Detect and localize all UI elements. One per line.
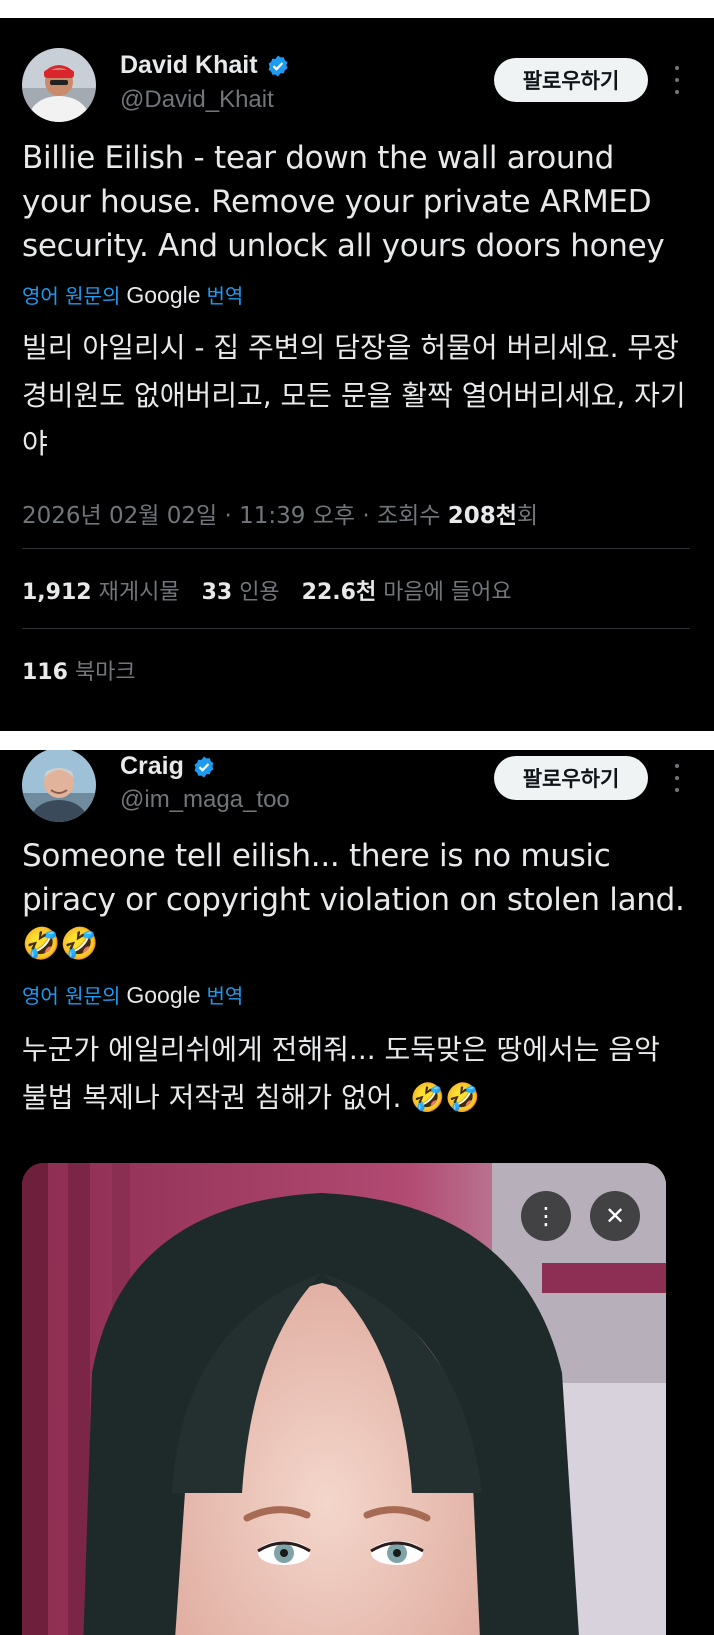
bookmark-count: 116 — [22, 660, 68, 685]
avatar[interactable] — [22, 750, 96, 822]
divider — [22, 628, 690, 629]
display-name[interactable]: David Khait — [120, 51, 258, 80]
more-options-icon[interactable] — [672, 66, 682, 94]
like-label: 마음에 들어요 — [383, 580, 512, 605]
close-icon[interactable]: ✕ — [590, 1191, 640, 1241]
bookmark-label: 북마크 — [74, 660, 136, 685]
tweet-media-image[interactable]: ⋮ ✕ — [22, 1163, 666, 1635]
translate-suffix: 번역 — [206, 284, 244, 308]
media-more-icon[interactable]: ⋮ — [521, 1191, 571, 1241]
engagement-stats: 1,912 재게시물 33 인용 22.6천 마음에 들어요 — [22, 574, 512, 606]
follow-button[interactable]: 팔로우하기 — [494, 58, 648, 102]
tweet-card: Craig @im_maga_too 팔로우하기 Someone tell ei… — [0, 750, 714, 1635]
translation-attribution[interactable]: 영어 원문의 Google 번역 — [22, 980, 243, 1009]
quote-label: 인용 — [239, 580, 280, 605]
google-logo: Google — [126, 282, 201, 308]
handle[interactable]: @David_Khait — [120, 86, 274, 114]
quote-stat[interactable]: 33 인용 — [202, 574, 280, 606]
tweet-timestamp[interactable]: 2026년 02월 02일 · 11:39 오후 · 조회수 208천회 — [22, 496, 538, 530]
follow-button[interactable]: 팔로우하기 — [494, 756, 648, 800]
translated-text: 누군가 에일리쉬에게 전해줘... 도둑맞은 땅에서는 음악 불법 복제나 저작… — [22, 1033, 660, 1114]
retweet-count: 1,912 — [22, 580, 92, 605]
view-count-suffix: 회 — [516, 503, 539, 529]
translation-attribution[interactable]: 영어 원문의 Google 번역 — [22, 280, 243, 309]
retweet-stat[interactable]: 1,912 재게시물 — [22, 574, 180, 606]
translate-suffix: 번역 — [206, 984, 244, 1008]
view-count: 208천 — [447, 503, 517, 529]
bookmark-stat[interactable]: 116 북마크 — [22, 654, 136, 686]
timestamp-text: 2026년 02월 02일 · 11:39 오후 · 조회수 — [22, 503, 441, 529]
tweet-text: Billie Eilish - tear down the wall aroun… — [22, 140, 665, 264]
more-options-icon[interactable] — [672, 764, 682, 792]
quote-count: 33 — [201, 580, 233, 605]
handle[interactable]: @im_maga_too — [120, 786, 290, 814]
divider — [22, 548, 690, 549]
like-count: 22.6천 — [301, 580, 377, 605]
google-logo: Google — [126, 982, 201, 1008]
verified-badge-icon — [194, 756, 214, 777]
like-stat[interactable]: 22.6천 마음에 들어요 — [302, 574, 512, 606]
tweet-text: Someone tell eilish... there is no music… — [22, 838, 685, 962]
translate-prefix: 영어 원문의 — [22, 984, 121, 1008]
display-name[interactable]: Craig — [120, 752, 184, 781]
avatar[interactable] — [22, 48, 96, 122]
verified-badge-icon — [268, 55, 287, 76]
translated-text: 빌리 아일리시 - 집 주변의 담장을 허물어 버리세요. 무장 경비원도 없애… — [22, 331, 686, 460]
retweet-label: 재게시물 — [98, 580, 180, 605]
tweet-card: David Khait @David_Khait 팔로우하기 Billie Ei… — [0, 18, 714, 731]
translate-prefix: 영어 원문의 — [22, 284, 121, 308]
